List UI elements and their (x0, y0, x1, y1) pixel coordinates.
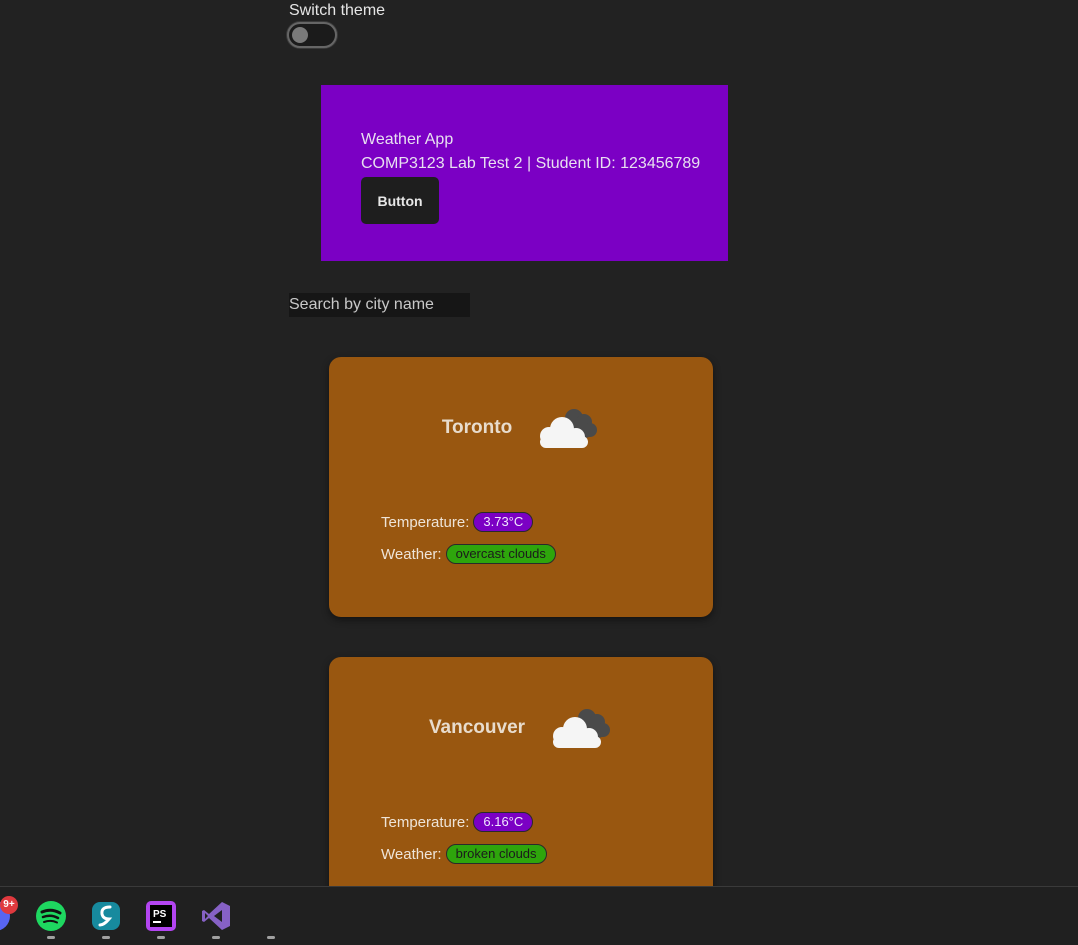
notification-badge: 9+ (0, 896, 18, 914)
cloud-icon (540, 409, 598, 448)
app-title: Weather App (361, 131, 454, 148)
weather-label: Weather: (381, 845, 442, 863)
weather-row: Weather: broken clouds (381, 844, 547, 864)
weather-app-page: Switch theme Weather App COMP3123 Lab Te… (0, 0, 1078, 945)
city-search-input[interactable] (289, 293, 470, 317)
card-header: Toronto (329, 402, 713, 454)
weather-row: Weather: overcast clouds (381, 544, 556, 564)
weather-card: Vancouver Temperature: 6.16°C Weather: b… (329, 657, 713, 917)
taskbar-app-surfshark[interactable] (89, 899, 123, 933)
theme-switch-label: Switch theme (289, 2, 386, 19)
surfshark-icon (92, 902, 120, 930)
taskbar: 9+ PS (0, 886, 1078, 945)
running-indicator (212, 936, 220, 939)
weather-card: Toronto Temperature: 3.73°C Weather: ove… (329, 357, 713, 617)
running-indicator (157, 936, 165, 939)
app-subtitle: COMP3123 Lab Test 2 | Student ID: 123456… (361, 155, 701, 172)
theme-toggle[interactable] (287, 22, 337, 48)
visual-studio-icon (202, 902, 230, 930)
temperature-label: Temperature: (381, 513, 470, 531)
temperature-label: Temperature: (381, 813, 470, 831)
temperature-row: Temperature: 6.16°C (381, 812, 534, 832)
taskbar-app-visual-studio[interactable] (199, 899, 233, 933)
header-button[interactable]: Button (361, 177, 439, 224)
weather-label: Weather: (381, 545, 442, 563)
taskbar-app-spotify[interactable] (34, 899, 68, 933)
weather-badge: broken clouds (445, 844, 547, 864)
running-indicator (47, 936, 55, 939)
temperature-badge: 3.73°C (473, 512, 534, 532)
city-name: Toronto (441, 417, 513, 438)
running-indicator (102, 936, 110, 939)
weather-badge: overcast clouds (445, 544, 556, 564)
taskbar-app-phpstorm[interactable]: PS (144, 899, 178, 933)
running-indicator (267, 936, 275, 939)
app-header: Weather App COMP3123 Lab Test 2 | Studen… (321, 85, 728, 261)
card-header: Vancouver (329, 702, 713, 754)
temperature-row: Temperature: 3.73°C (381, 512, 534, 532)
temperature-badge: 6.16°C (473, 812, 534, 832)
city-name: Vancouver (428, 717, 526, 738)
cloud-icon (553, 709, 611, 748)
phpstorm-icon: PS (146, 901, 176, 931)
spotify-icon (36, 901, 66, 931)
toggle-knob (292, 27, 308, 43)
svg-text:PS: PS (153, 909, 167, 920)
